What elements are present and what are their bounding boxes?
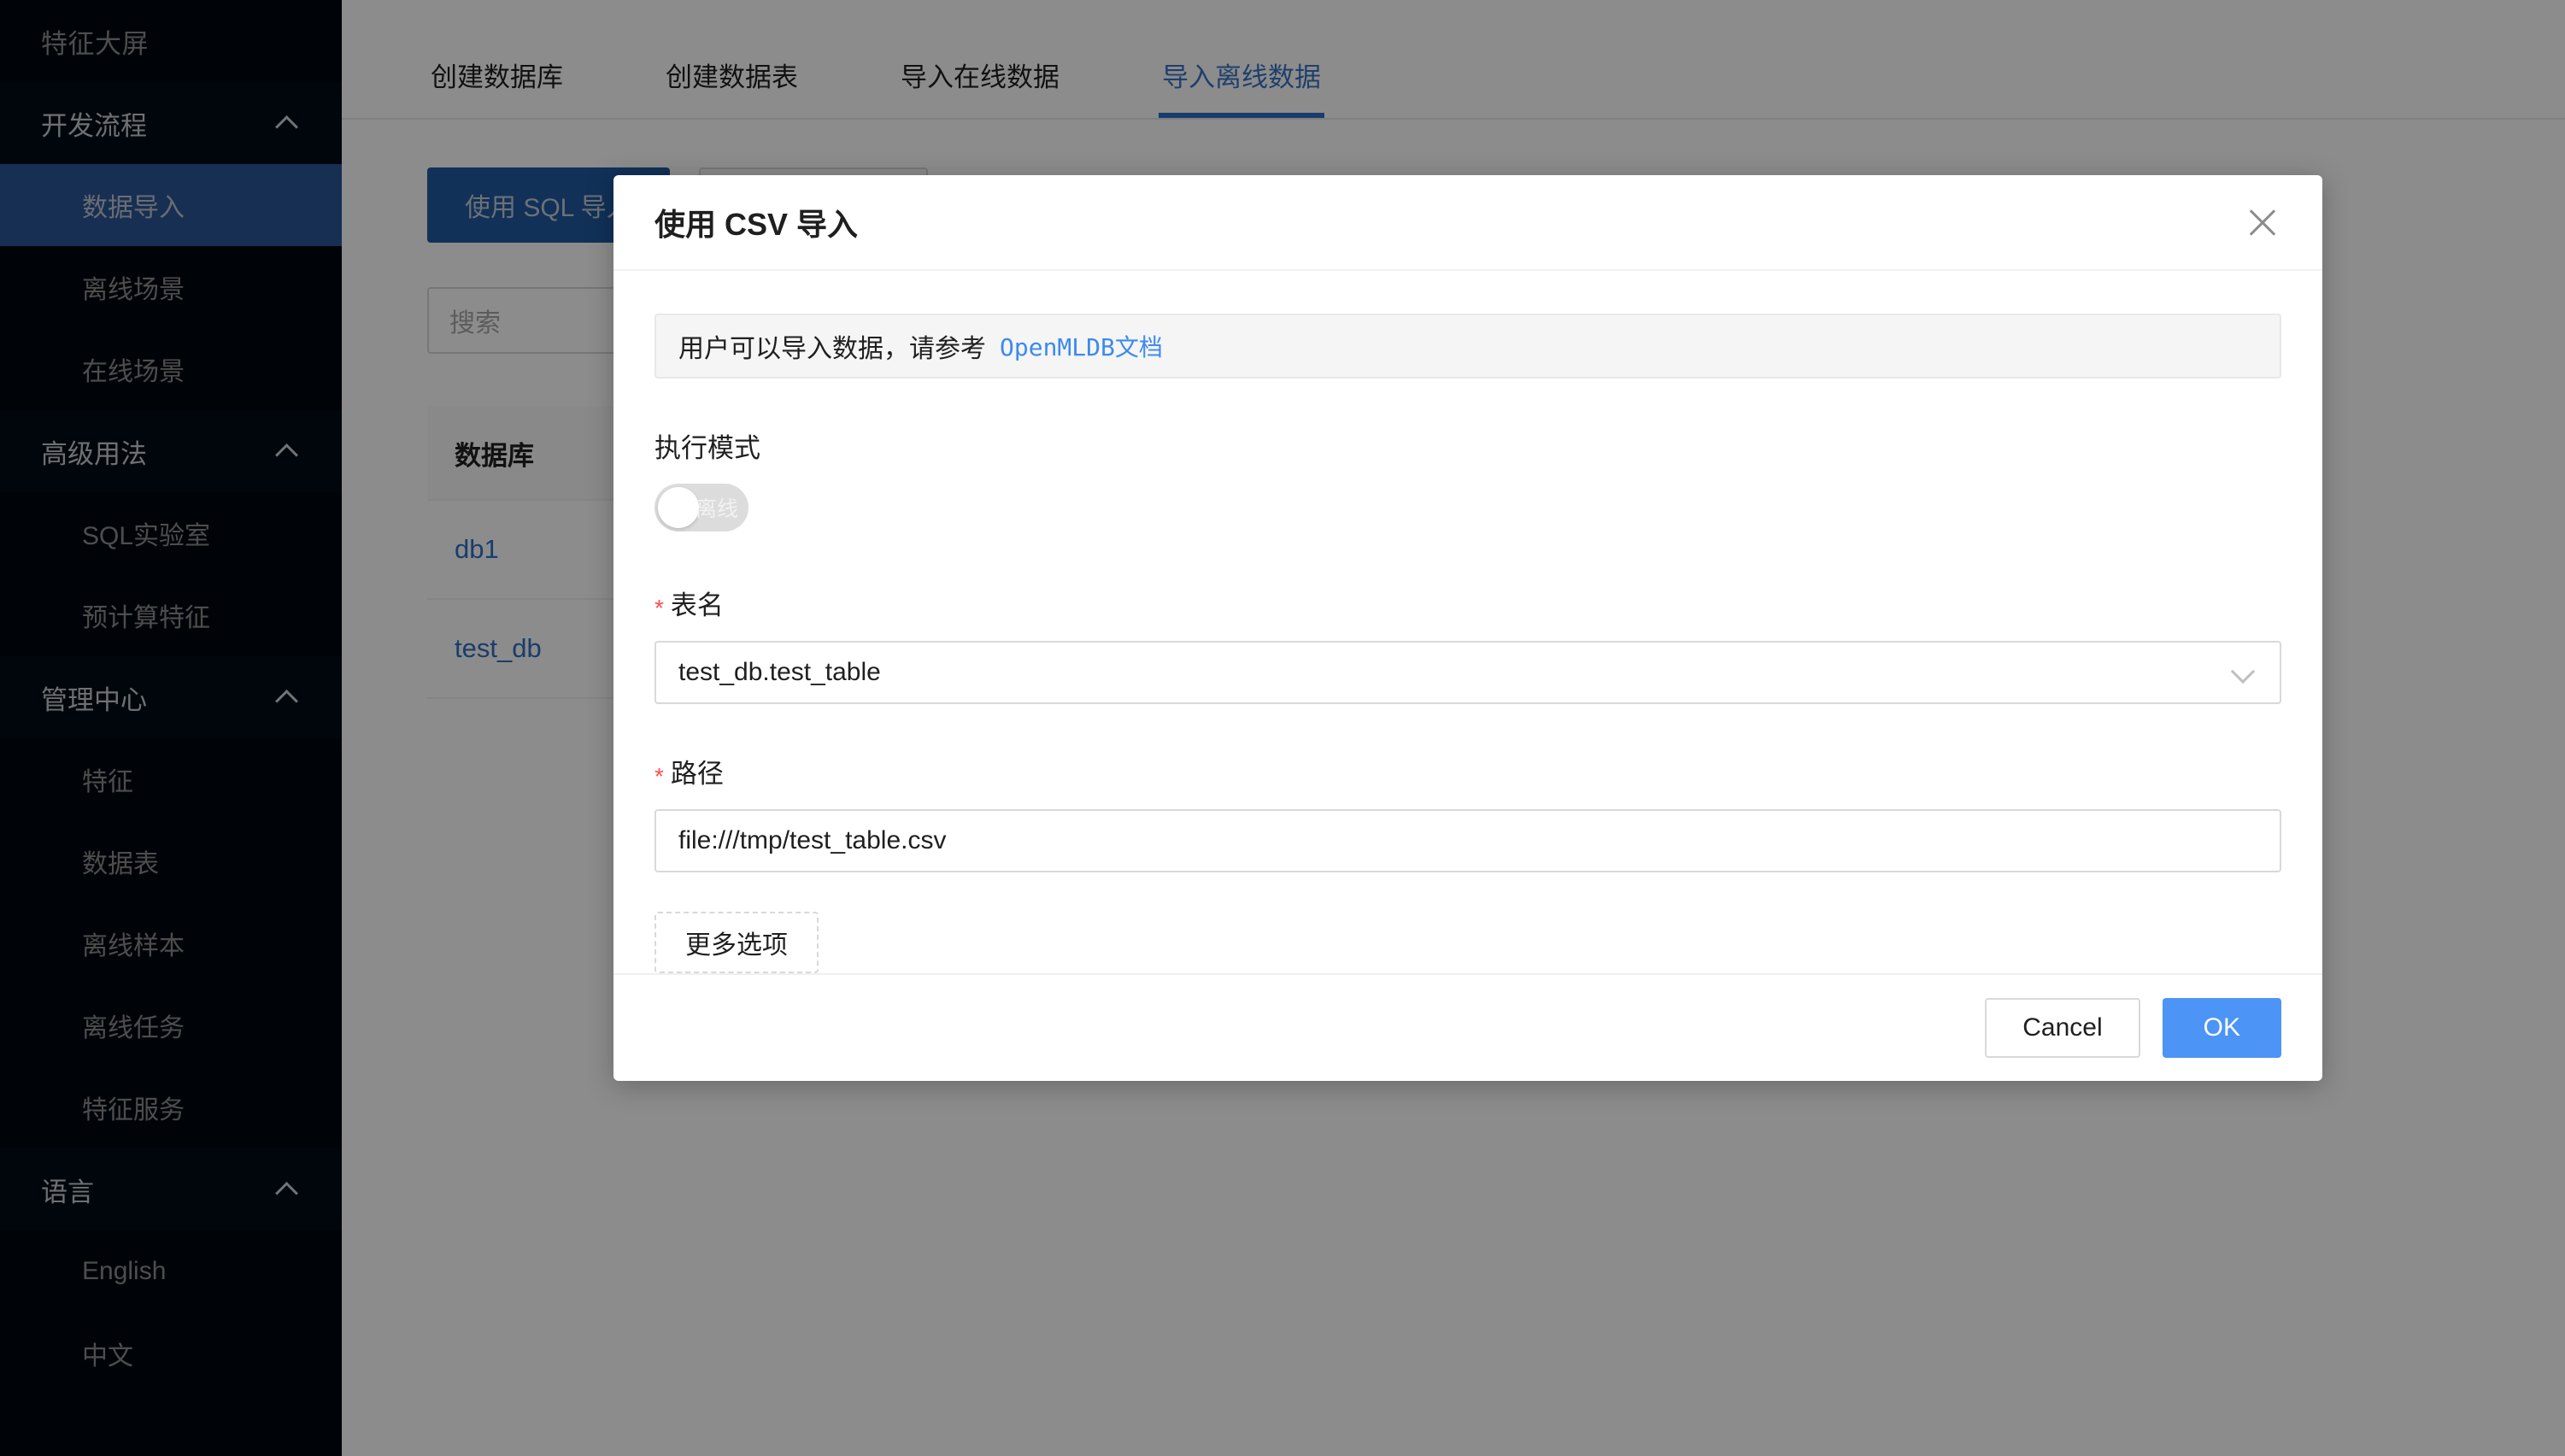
path-label-text: 路径: [670, 759, 724, 790]
cancel-button[interactable]: Cancel: [1985, 998, 2140, 1059]
table-name-label: * 表名: [654, 584, 2281, 622]
info-banner-text: 用户可以导入数据，请参考: [678, 335, 986, 364]
modal-body: 用户可以导入数据，请参考 OpenMLDB文档 执行模式 离线 * 表名 test…: [613, 271, 2322, 974]
close-icon[interactable]: [2244, 203, 2281, 241]
required-mark: *: [654, 763, 664, 790]
modal-title: 使用 CSV 导入: [654, 207, 859, 243]
path-label: * 路径: [654, 752, 2281, 790]
chevron-down-icon: [2232, 661, 2254, 684]
csv-import-modal: 使用 CSV 导入 用户可以导入数据，请参考 OpenMLDB文档 执行模式 离…: [613, 175, 2322, 1081]
openmldb-doc-link[interactable]: OpenMLDB文档: [1000, 329, 1163, 363]
exec-mode-toggle[interactable]: 离线: [654, 484, 748, 532]
table-name-label-text: 表名: [670, 590, 724, 621]
more-options-button[interactable]: 更多选项: [654, 912, 819, 974]
path-input[interactable]: file:///tmp/test_table.csv: [654, 809, 2281, 873]
app-root: 特征大屏 开发流程 数据导入 离线场景 在线场景 高级用法 SQL实验室 预计算…: [0, 0, 2565, 1456]
info-banner: 用户可以导入数据，请参考 OpenMLDB文档: [654, 314, 2281, 379]
exec-mode-label: 执行模式: [654, 433, 760, 464]
required-mark: *: [654, 595, 664, 622]
modal-footer: Cancel OK: [613, 973, 2322, 1081]
table-name-value: test_db.test_table: [678, 658, 881, 687]
toggle-knob: [658, 487, 699, 529]
ok-button[interactable]: OK: [2162, 998, 2281, 1059]
path-value: file:///tmp/test_table.csv: [678, 826, 947, 855]
table-name-select[interactable]: test_db.test_table: [654, 641, 2281, 705]
toggle-label: 离线: [695, 497, 738, 522]
modal-header: 使用 CSV 导入: [613, 175, 2322, 272]
